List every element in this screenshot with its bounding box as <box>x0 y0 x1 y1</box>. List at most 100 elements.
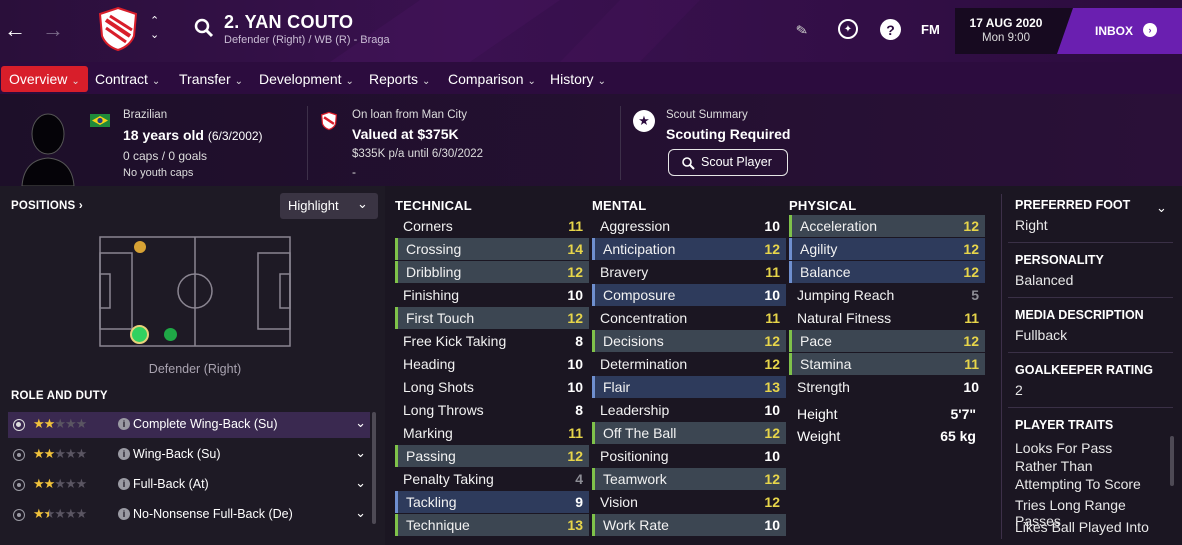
attribute-row[interactable]: Determination 12 <box>592 353 786 375</box>
chevron-right-icon: › <box>78 200 83 212</box>
attribute-row[interactable]: Technique 13 <box>395 514 589 536</box>
chevron-down-icon[interactable]: ⌄ <box>1156 200 1167 216</box>
roles-scrollbar[interactable] <box>372 412 376 524</box>
position-marker-natural[interactable] <box>164 328 177 341</box>
attribute-row[interactable]: Stamina 11 <box>789 353 985 375</box>
divider <box>1008 297 1173 298</box>
attribute-value: 10 <box>764 287 780 303</box>
attribute-row[interactable]: Anticipation 12 <box>592 238 786 260</box>
player-switch-chevrons-icon[interactable]: ⌃ ⌄ <box>150 14 159 42</box>
attribute-row[interactable]: Acceleration 12 <box>789 215 985 237</box>
forward-arrow-icon[interactable]: → <box>42 17 64 42</box>
attribute-row[interactable]: Balance 12 <box>789 261 985 283</box>
search-icon <box>682 157 695 170</box>
attribute-value: 10 <box>764 517 780 533</box>
search-icon[interactable] <box>193 17 215 39</box>
attribute-row[interactable]: Work Rate 10 <box>592 514 786 536</box>
radio-unselected[interactable] <box>13 509 25 521</box>
attribute-row[interactable]: Teamwork 12 <box>592 468 786 490</box>
role-option[interactable]: ★★★★★ i Complete Wing-Back (Su) ⌄ <box>8 412 370 438</box>
attribute-row[interactable]: Penalty Taking 4 <box>395 468 589 490</box>
attribute-row[interactable]: Off The Ball 12 <box>592 422 786 444</box>
chevron-down-icon[interactable]: ⌄ <box>355 415 366 431</box>
attribute-row[interactable]: Free Kick Taking 8 <box>395 330 589 352</box>
positions-title[interactable]: POSITIONS › <box>11 200 83 212</box>
chevron-down-icon: ⌄ <box>357 196 368 211</box>
traits-scrollbar[interactable] <box>1170 436 1174 486</box>
info-icon[interactable]: i <box>118 478 130 490</box>
inbox-button[interactable]: INBOX › <box>1057 8 1182 54</box>
date-panel[interactable]: 17 AUG 2020 Mon 9:00 <box>955 8 1057 54</box>
attribute-row[interactable]: Leadership 10 <box>592 399 786 421</box>
attribute-row[interactable]: Corners 11 <box>395 215 589 237</box>
attribute-name: Teamwork <box>603 471 667 487</box>
help-icon[interactable]: ? <box>880 19 901 40</box>
attribute-value: 12 <box>963 264 979 280</box>
scout-player-button[interactable]: Scout Player <box>668 149 788 176</box>
attribute-value: 14 <box>567 241 583 257</box>
chevron-down-icon[interactable]: ⌄ <box>355 445 366 461</box>
attribute-row[interactable]: Flair 13 <box>592 376 786 398</box>
tab-transfer[interactable]: Transfer ⌄ <box>171 66 251 92</box>
chevron-down-icon[interactable]: ⌄ <box>355 505 366 521</box>
attribute-row[interactable]: Marking 11 <box>395 422 589 444</box>
radio-selected[interactable] <box>13 419 25 431</box>
attribute-name: Passing <box>406 448 456 464</box>
attribute-row[interactable]: Vision 12 <box>592 491 786 513</box>
back-arrow-icon[interactable]: ← <box>4 17 26 42</box>
attribute-row[interactable]: Decisions 12 <box>592 330 786 352</box>
attribute-row[interactable]: Heading 10 <box>395 353 589 375</box>
attribute-row[interactable]: Concentration 11 <box>592 307 786 329</box>
player-name: 2. YAN COUTO <box>224 12 354 32</box>
attribute-name: Crossing <box>406 241 462 257</box>
tab-label: Development <box>259 71 342 87</box>
attribute-row[interactable]: Pace 12 <box>789 330 985 352</box>
attribute-row[interactable]: Strength 10 <box>789 376 985 398</box>
chevron-down-icon: ⌄ <box>345 76 354 87</box>
attribute-row[interactable]: Jumping Reach 5 <box>789 284 985 306</box>
attribute-row[interactable]: First Touch 12 <box>395 307 589 329</box>
attribute-row[interactable]: Finishing 10 <box>395 284 589 306</box>
info-icon[interactable]: i <box>118 418 130 430</box>
media-description-label: MEDIA DESCRIPTION <box>1015 308 1144 322</box>
attribute-row[interactable]: Natural Fitness 11 <box>789 307 985 329</box>
attribute-row[interactable]: Agility 12 <box>789 238 985 260</box>
globe-icon[interactable]: ✦ <box>838 19 858 39</box>
attribute-row[interactable]: Passing 12 <box>395 445 589 467</box>
role-option[interactable]: ★★★★★ i Wing-Back (Su) ⌄ <box>8 442 370 468</box>
tab-history[interactable]: History ⌄ <box>542 66 614 92</box>
attribute-row[interactable]: Bravery 11 <box>592 261 786 283</box>
attribute-row[interactable]: Tackling 9 <box>395 491 589 513</box>
info-icon[interactable]: i <box>118 448 130 460</box>
highlight-dropdown[interactable]: Highlight ⌄ <box>280 193 378 219</box>
info-icon[interactable]: i <box>118 508 130 520</box>
radio-unselected[interactable] <box>13 449 25 461</box>
media-description-value: Fullback <box>1015 327 1068 343</box>
radio-unselected[interactable] <box>13 479 25 491</box>
pitch-diagram <box>99 236 291 347</box>
attribute-value: 12 <box>567 310 583 326</box>
tab-reports[interactable]: Reports ⌄ <box>361 66 438 92</box>
tab-development[interactable]: Development ⌄ <box>251 66 362 92</box>
attribute-row[interactable]: Crossing 14 <box>395 238 589 260</box>
fm-menu-button[interactable]: FM <box>921 22 940 37</box>
mental-title: MENTAL <box>592 198 647 213</box>
tab-overview[interactable]: Overview ⌄ <box>1 66 88 92</box>
attribute-row[interactable]: Long Shots 10 <box>395 376 589 398</box>
role-rating-stars: ★★★★★ <box>33 476 87 491</box>
position-marker-secondary[interactable] <box>134 241 146 253</box>
tab-comparison[interactable]: Comparison ⌄ <box>440 66 544 92</box>
position-marker-primary[interactable] <box>130 325 149 344</box>
attribute-row[interactable]: Composure 10 <box>592 284 786 306</box>
attribute-row[interactable]: Long Throws 8 <box>395 399 589 421</box>
personality-value: Balanced <box>1015 272 1074 288</box>
tab-label: Transfer <box>179 71 231 87</box>
attribute-row[interactable]: Aggression 10 <box>592 215 786 237</box>
attribute-row[interactable]: Dribbling 12 <box>395 261 589 283</box>
role-option[interactable]: ★★★★★★ i No-Nonsense Full-Back (De) ⌄ <box>8 502 370 528</box>
attribute-value: 10 <box>567 379 583 395</box>
chevron-down-icon[interactable]: ⌄ <box>355 475 366 491</box>
role-option[interactable]: ★★★★★ i Full-Back (At) ⌄ <box>8 472 370 498</box>
tab-contract[interactable]: Contract ⌄ <box>87 66 168 92</box>
attribute-row[interactable]: Positioning 10 <box>592 445 786 467</box>
